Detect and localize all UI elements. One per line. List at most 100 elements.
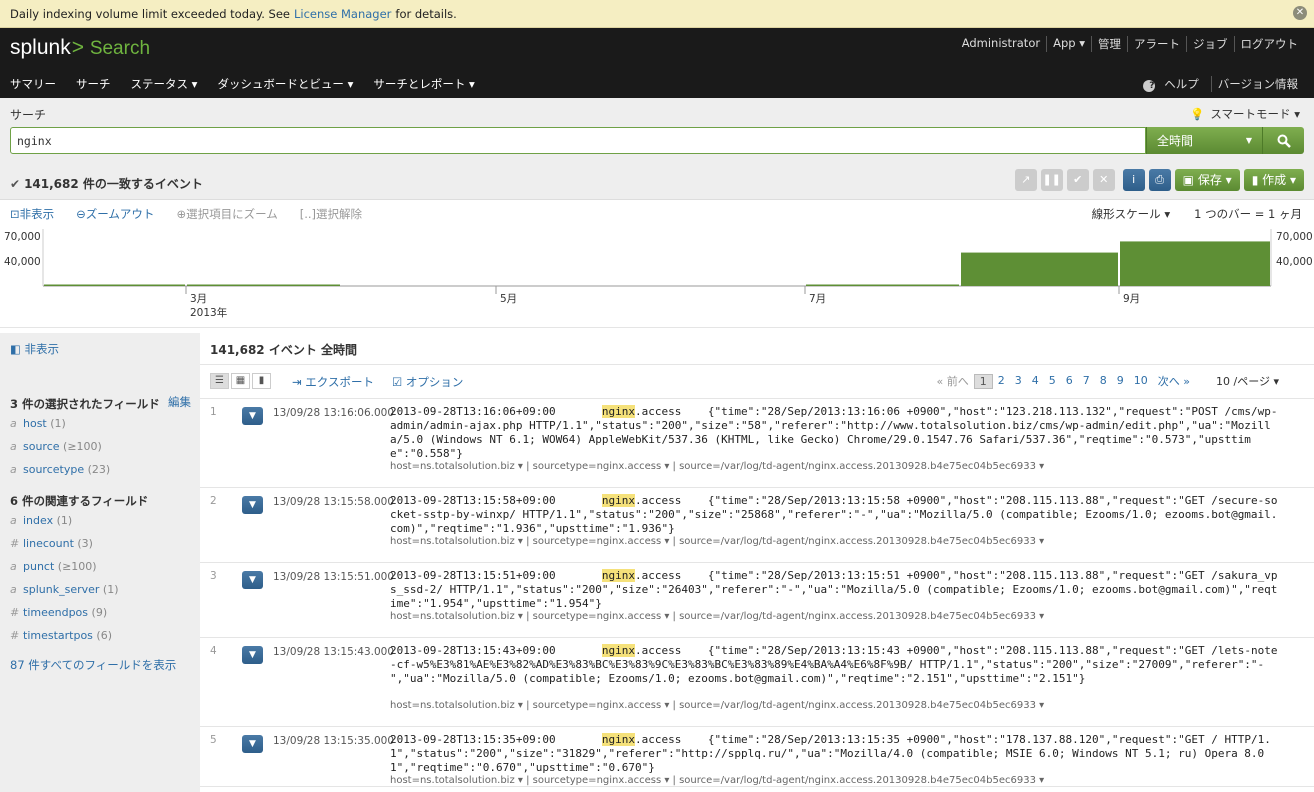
search-term-highlight[interactable]: nginx (601, 405, 636, 418)
field-count: (23) (87, 463, 111, 476)
expand-event-icon[interactable]: ▼ (242, 571, 263, 589)
results-count: 141,682 イベント 全時間 (210, 343, 358, 357)
field-index[interactable]: a index (1) (10, 514, 72, 527)
account-nav-alerts[interactable]: アラート (1127, 36, 1186, 52)
fields-sidebar: ◧ 非表示 3 件の選択されたフィールド 編集 a host (1) a source… (0, 333, 200, 792)
cancel-icon[interactable]: ✕ (1092, 169, 1115, 191)
field-count: (9) (91, 606, 108, 619)
expand-event-icon[interactable]: ▼ (242, 646, 263, 664)
info-icon[interactable]: i (1122, 169, 1145, 191)
deselect-button[interactable]: [..]選択解除 (300, 206, 362, 222)
account-nav-jobs[interactable]: ジョブ (1186, 36, 1234, 52)
options-icon: ☑ (391, 375, 406, 389)
search-button[interactable] (1262, 127, 1304, 154)
license-manager-link[interactable]: License Manager (294, 7, 391, 21)
next-page[interactable]: 次へ » (1153, 373, 1195, 389)
search-term-highlight[interactable]: nginx (601, 733, 636, 746)
show-all-fields-link[interactable]: 87 件すべてのフィールドを表示 (10, 657, 176, 673)
field-type-icon: a (10, 440, 17, 453)
search-mode-selector[interactable]: 💡 スマートモード ▾ (1190, 106, 1300, 122)
timeline-bar-2013-06[interactable] (806, 284, 959, 287)
save-button[interactable]: ▣ 保存 ▾ (1174, 169, 1240, 191)
event-raw-time: 2013-09-28T13:15:35+09:00 (390, 733, 602, 746)
app-nav-search[interactable]: サーチ (66, 76, 121, 92)
per-page-selector[interactable]: 10 /ページ ▾ (1211, 373, 1284, 389)
timeline-hide-button[interactable]: ⊡非表示 (10, 206, 54, 222)
time-range-picker[interactable]: 全時間 ▼ (1146, 127, 1262, 154)
page-2[interactable]: 2 (993, 374, 1010, 389)
page-1[interactable]: 1 (973, 373, 993, 389)
expand-event-icon[interactable]: ▼ (242, 407, 263, 425)
help-link[interactable]: ? ヘルプ (1137, 76, 1211, 92)
search-term-highlight[interactable]: nginx (601, 494, 636, 507)
version-link[interactable]: バージョン情報 (1210, 76, 1304, 92)
account-nav-app[interactable]: App ▾ (1046, 36, 1091, 52)
field-name: timeendpos (23, 606, 89, 619)
account-nav-admin[interactable]: Administrator (956, 36, 1046, 52)
field-punct[interactable]: a punct (≥100) (10, 560, 97, 573)
pause-icon[interactable]: ❚❚ (1040, 169, 1063, 191)
event-raw: 2013-09-28T13:15:58+09:00 nginx.access {… (390, 494, 1280, 536)
event-meta[interactable]: host=ns.totalsolution.biz ▾ | sourcetype… (390, 536, 1044, 547)
prev-page[interactable]: « 前へ (932, 373, 974, 389)
page-8[interactable]: 8 (1095, 374, 1112, 389)
event-meta[interactable]: host=ns.totalsolution.biz ▾ | sourcetype… (390, 611, 1044, 622)
page-6[interactable]: 6 (1061, 374, 1078, 389)
page-10[interactable]: 10 (1129, 374, 1153, 389)
zoom-out-button[interactable]: ⊖ズームアウト (76, 206, 154, 222)
account-nav-manager[interactable]: 管理 (1091, 36, 1127, 52)
search-term-highlight[interactable]: nginx (601, 569, 636, 582)
page-4[interactable]: 4 (1027, 374, 1044, 389)
close-icon[interactable]: ✕ (1293, 6, 1307, 20)
field-timeendpos[interactable]: # timeendpos (9) (10, 606, 107, 619)
field-splunk_server[interactable]: a splunk_server (1) (10, 583, 119, 596)
field-timestartpos[interactable]: # timestartpos (6) (10, 629, 112, 642)
app-nav-dashboards[interactable]: ダッシュボードとビュー ▾ (207, 76, 363, 92)
export-button[interactable]: ⇥ エクスポート (292, 374, 374, 390)
app-nav-reports[interactable]: サーチとレポート ▾ (363, 76, 484, 92)
options-button[interactable]: ☑ オプション (392, 374, 463, 390)
help-icon: ? (1143, 80, 1156, 92)
timeline-bar-2013-02[interactable] (187, 284, 340, 287)
chart-view-icon[interactable]: ▮ (252, 373, 271, 389)
event-meta[interactable]: host=ns.totalsolution.biz ▾ | sourcetype… (390, 775, 1044, 786)
timeline-bar-2013-08[interactable] (1120, 241, 1270, 286)
event-raw-time: 2013-09-28T13:15:43+09:00 (390, 644, 602, 657)
field-source[interactable]: a source (≥100) (10, 440, 102, 453)
search-term-highlight[interactable]: nginx (601, 644, 636, 657)
field-count: (1) (56, 514, 73, 527)
print-icon[interactable]: ⎙ (1148, 169, 1171, 191)
page-7[interactable]: 7 (1078, 374, 1095, 389)
event-row: 1 ▼ 13/09/28 13:16:06.000 2013-09-28T13:16:… (200, 399, 1314, 488)
field-host[interactable]: a host (1) (10, 417, 66, 430)
event-meta[interactable]: host=ns.totalsolution.biz ▾ | sourcetype… (390, 461, 1044, 472)
account-nav-logout[interactable]: ログアウト (1233, 36, 1305, 52)
field-type-icon: # (10, 606, 20, 619)
app-nav-summary[interactable]: サマリー (0, 76, 66, 92)
expand-event-icon[interactable]: ▼ (242, 496, 263, 514)
page-9[interactable]: 9 (1112, 374, 1129, 389)
event-meta[interactable]: host=ns.totalsolution.biz ▾ | sourcetype… (390, 700, 1044, 711)
table-view-icon[interactable]: ▦ (231, 373, 250, 389)
page-5[interactable]: 5 (1044, 374, 1061, 389)
zoom-to-selection-button[interactable]: ⊕選択項目にズーム (176, 206, 277, 222)
save-icon: ▣ (1182, 173, 1195, 187)
field-linecount[interactable]: # linecount (3) (10, 537, 93, 550)
page-3[interactable]: 3 (1010, 374, 1027, 389)
event-row: 3 ▼ 13/09/28 13:15:51.000 2013-09-28T13:15:… (200, 563, 1314, 638)
timeline-bar-2013-07[interactable] (961, 252, 1118, 286)
app-nav-status[interactable]: ステータス ▾ (121, 76, 208, 92)
timeline-bar-2013-01[interactable] (44, 284, 185, 287)
expand-event-icon[interactable]: ▼ (242, 735, 263, 753)
edit-fields-link[interactable]: 編集 (168, 394, 191, 410)
create-button[interactable]: ▮ 作成 ▾ (1243, 169, 1304, 191)
send-to-background-icon[interactable]: ↗ (1014, 169, 1037, 191)
list-view-icon[interactable]: ☰ (210, 373, 229, 389)
finalize-icon[interactable]: ✔ (1066, 169, 1089, 191)
search-input[interactable] (10, 127, 1146, 154)
scale-selector[interactable]: 線形スケール ▾ (1092, 206, 1170, 222)
sidebar-hide-button[interactable]: ◧ 非表示 (10, 341, 59, 357)
splunk-logo[interactable]: splunk> Search (10, 36, 150, 60)
timeline-tools: ⊡非表示 ⊖ズームアウト ⊕選択項目にズーム [..]選択解除 (10, 206, 362, 222)
field-sourcetype[interactable]: a sourcetype (23) (10, 463, 110, 476)
